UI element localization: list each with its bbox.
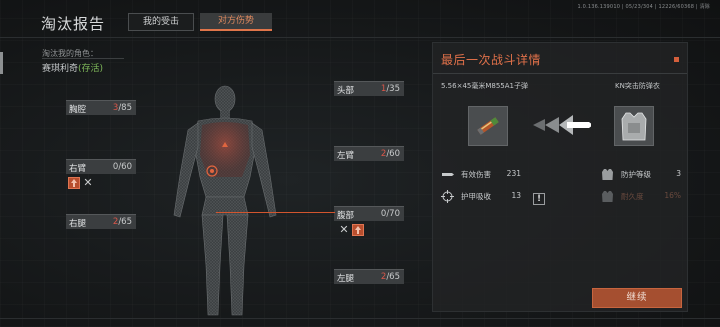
body-silhouette (173, 85, 277, 316)
body-part-health: 2/60 (380, 149, 400, 159)
bleed-icon (352, 224, 364, 236)
left-edge-marker (0, 52, 3, 74)
body-part-thorax[interactable]: 胸腔 3/85 (66, 100, 136, 115)
body-part-right-arm[interactable]: 右臂 0/60 (66, 159, 136, 174)
status-icons-right-arm: ✕ (68, 177, 94, 189)
armor-vest-icon (602, 169, 613, 180)
bleed-icon (68, 177, 80, 189)
body-part-label: 腹部 (337, 211, 355, 221)
bullet-icon (442, 173, 454, 176)
body-part-health: 1/35 (380, 84, 400, 94)
tab-my-injuries[interactable]: 我的受击 (128, 13, 194, 31)
last-fight-panel: 最后一次战斗详情 5.56×45毫米M855A1子弹 KN突击防弹衣 有效伤害 (432, 42, 688, 312)
top-bar: 淘汰报告 我的受击 对方伤势 1.0.136.139010 | 05/23/30… (0, 0, 720, 38)
stat-durability: 耐久度 16% (597, 190, 685, 204)
tab-opponent-injuries[interactable]: 对方伤势 (200, 13, 272, 31)
ammo-icon (477, 117, 499, 135)
body-part-health: 3/85 (112, 103, 132, 113)
ammo-name: 5.56×45毫米M855A1子弹 (441, 82, 529, 90)
divider (433, 73, 687, 74)
body-part-label: 右臂 (69, 164, 87, 174)
armor-item-slot[interactable] (614, 106, 654, 146)
body-part-head[interactable]: 头部 1/35 (334, 81, 404, 96)
armor-name: KN突击防弹衣 (615, 82, 660, 90)
build-info: 1.0.136.139010 | 05/23/304 | 12226/60368… (577, 4, 710, 10)
ammo-item-slot[interactable] (468, 106, 508, 146)
body-part-label: 头部 (337, 86, 355, 96)
body-part-label: 右腿 (69, 219, 87, 229)
body-part-right-leg[interactable]: 右腿 2/65 (66, 214, 136, 229)
body-part-health: 2/65 (380, 272, 400, 282)
page-title: 淘汰报告 (41, 15, 106, 33)
fracture-icon: ✕ (339, 223, 349, 236)
warning-icon[interactable]: ! (533, 193, 545, 205)
body-part-stomach[interactable]: 腹部 0/70 (334, 206, 404, 221)
durability-icon (602, 191, 613, 202)
body-part-left-leg[interactable]: 左腿 2/65 (334, 269, 404, 284)
body-part-label: 胸腔 (69, 105, 87, 115)
killer-status: (存活) (78, 64, 104, 74)
body-part-left-arm[interactable]: 左臂 2/60 (334, 146, 404, 161)
body-part-health: 0/70 (380, 209, 400, 219)
body-part-health: 0/60 (112, 162, 132, 172)
body-part-health: 2/65 (112, 217, 132, 227)
stat-effective-damage: 有效伤害 231 (437, 168, 525, 182)
killer-name: 赛琪利奇 (42, 64, 79, 74)
status-icons-stomach: ✕ (338, 224, 364, 236)
continue-button[interactable]: 继续 (592, 288, 682, 308)
bottom-bar (0, 318, 720, 327)
stat-armor-class: 防护等级 3 (597, 168, 685, 182)
bullet-trail-icon (533, 115, 591, 135)
body-part-label: 左臂 (337, 151, 355, 161)
body-armor-icon (621, 112, 647, 141)
divider (42, 58, 124, 59)
stat-armor-absorb: 护甲吸收 13 (437, 190, 525, 204)
killer-name-row: 赛琪利奇(存活) (42, 61, 103, 74)
body-part-label: 左腿 (337, 274, 355, 284)
close-icon[interactable] (674, 57, 679, 62)
hit-indicator-line (216, 212, 335, 213)
fracture-icon: ✕ (83, 176, 93, 189)
crosshair-icon (441, 190, 454, 203)
panel-title: 最后一次战斗详情 (441, 53, 542, 67)
